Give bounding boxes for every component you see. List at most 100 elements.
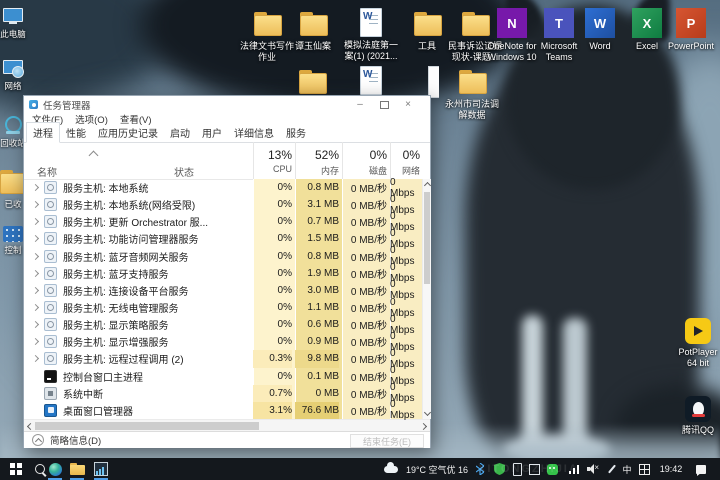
clock[interactable]: 19:42 <box>654 458 688 480</box>
cpu-value: 3.1% <box>253 402 292 419</box>
start-button[interactable] <box>4 458 28 480</box>
disk-value: 0 MB/秒 <box>342 316 387 333</box>
minimize-button[interactable]: – <box>348 96 372 113</box>
ime-mode-button[interactable]: 中 <box>620 458 634 480</box>
expand-chevron-icon[interactable] <box>32 355 39 362</box>
memory-value: 1.1 MB <box>295 299 339 316</box>
cpu-value: 0% <box>253 196 292 213</box>
process-row[interactable]: 服务主机: 蓝牙支持服务 0% 1.9 MB 0 MB/秒 0 Mbps <box>24 265 422 282</box>
vertical-scrollbar[interactable] <box>422 179 431 419</box>
column-header-disk[interactable]: 磁盘 <box>342 164 387 177</box>
scroll-down-icon[interactable] <box>424 409 431 416</box>
expand-chevron-icon[interactable] <box>32 338 39 345</box>
desktop-icon[interactable]: 腾讯QQ <box>672 396 720 436</box>
scroll-up-icon[interactable] <box>424 182 431 189</box>
expand-chevron-icon[interactable] <box>32 235 39 242</box>
taskbar: 19°C 空气优 16 × 中 19:42 <box>0 458 720 480</box>
weather-tray-icon[interactable] <box>382 458 400 480</box>
details-toggle-icon[interactable] <box>32 434 44 446</box>
taskbar-edge[interactable] <box>47 458 63 480</box>
window-title: 任务管理器 <box>43 98 91 112</box>
horizontal-scroll-thumb[interactable] <box>35 422 259 430</box>
process-row[interactable]: 服务主机: 蓝牙音频网关服务 0% 0.8 MB 0 MB/秒 0 Mbps <box>24 248 422 265</box>
tab-bar: 进程性能应用历史记录启动用户详细信息服务 <box>24 125 430 143</box>
tab[interactable]: 进程 <box>26 122 60 143</box>
expand-chevron-icon[interactable] <box>32 218 39 225</box>
memory-total-percent[interactable]: 52% <box>295 148 339 162</box>
desktop-icon[interactable]: PotPlayer 64 bit <box>672 318 720 369</box>
desktop-icon[interactable]: 谭玉仙案 <box>285 8 341 52</box>
disk-total-percent[interactable]: 0% <box>342 148 387 162</box>
taskbar-file-explorer[interactable] <box>69 458 85 480</box>
taskbar-task-manager[interactable] <box>93 458 109 480</box>
process-row[interactable]: 服务主机: 远程过程调用 (2) 0.3% 9.8 MB 0 MB/秒 0 Mb… <box>24 350 422 367</box>
tab[interactable]: 用户 <box>196 123 228 142</box>
keyboard-tray[interactable] <box>637 458 651 480</box>
close-button[interactable]: × <box>396 96 420 113</box>
network-total-percent[interactable]: 0% <box>384 148 420 162</box>
process-icon <box>44 250 57 263</box>
title-bar[interactable]: 任务管理器 – × <box>24 96 430 113</box>
expand-chevron-icon[interactable] <box>32 184 39 191</box>
process-row[interactable]: 服务主机: 连接设备平台服务 0% 3.0 MB 0 MB/秒 0 Mbps <box>24 282 422 299</box>
desktop-icon[interactable]: P PowerPoint <box>663 8 719 52</box>
process-row[interactable]: 服务主机: 功能访问管理器服务 0% 1.5 MB 0 MB/秒 0 Mbps <box>24 230 422 247</box>
app-letter: T <box>555 16 563 31</box>
app-letter: W <box>594 16 606 31</box>
column-header-memory[interactable]: 内存 <box>295 164 339 177</box>
desktop-icon[interactable]: W <box>343 66 399 98</box>
process-row[interactable]: 控制台窗口主进程 0% 0.1 MB 0 MB/秒 0 Mbps <box>24 368 422 385</box>
notification-center-button[interactable] <box>691 458 711 480</box>
process-row[interactable]: 系统中断 0.7% 0 MB 0 MB/秒 0 Mbps <box>24 385 422 402</box>
process-row[interactable]: 服务主机: 无线电管理服务 0% 1.1 MB 0 MB/秒 0 Mbps <box>24 299 422 316</box>
process-row[interactable]: 服务主机: 更新 Orchestrator 服... 0% 0.7 MB 0 M… <box>24 213 422 230</box>
cpu-value: 0% <box>253 248 292 265</box>
tab[interactable]: 应用历史记录 <box>92 123 164 142</box>
desktop-icon[interactable]: 网络 <box>0 60 26 91</box>
desktop-icon-image: W <box>585 8 615 38</box>
expand-chevron-icon[interactable] <box>32 270 39 277</box>
desktop-icon-label: 谭玉仙案 <box>295 41 331 52</box>
expand-chevron-icon[interactable] <box>32 253 39 260</box>
desktop-icon-label: 已收 <box>4 199 21 209</box>
tab[interactable]: 详细信息 <box>228 123 280 142</box>
column-header-status[interactable]: 状态 <box>174 164 194 179</box>
tab[interactable]: 启动 <box>164 123 196 142</box>
volume-tray[interactable]: × <box>585 458 601 480</box>
expand-chevron-icon[interactable] <box>32 304 39 311</box>
details-toggle-label[interactable]: 简略信息(D) <box>50 433 101 447</box>
column-header-cpu[interactable]: CPU <box>253 164 292 174</box>
expand-chevron-icon[interactable] <box>32 321 39 328</box>
process-row[interactable]: 服务主机: 本地系统(网络受限) 0% 3.1 MB 0 MB/秒 0 Mbps <box>24 196 422 213</box>
desktop-icon-label: OneNote for Windows 10 <box>487 41 536 63</box>
pen-tray[interactable] <box>606 458 618 480</box>
cpu-total-percent[interactable]: 13% <box>253 148 292 162</box>
network-value: 0 Mbps <box>390 402 419 419</box>
process-row[interactable]: 服务主机: 本地系统 0% 0.8 MB 0 MB/秒 0 Mbps <box>24 179 422 196</box>
process-row[interactable]: 桌面窗口管理器 3.1% 76.6 MB 0 MB/秒 0 Mbps <box>24 402 422 419</box>
desktop-icon[interactable]: 此电脑 <box>0 8 26 39</box>
process-row[interactable]: 服务主机: 显示增强服务 0% 0.9 MB 0 MB/秒 0 Mbps <box>24 333 422 350</box>
maximize-button[interactable] <box>372 96 396 113</box>
scroll-left-icon[interactable] <box>27 423 34 430</box>
desktop-icon[interactable]: W 模拟法庭第一 案(1) (2021... <box>343 8 399 62</box>
column-header-network[interactable]: 网络 <box>384 164 420 177</box>
desktop-icon-label: 此电脑 <box>0 29 26 39</box>
desktop-icon-image: W <box>360 8 382 37</box>
expand-chevron-icon[interactable] <box>32 201 39 208</box>
vertical-scroll-thumb[interactable] <box>424 192 430 284</box>
weather-info[interactable]: 19°C 空气优 16 <box>401 458 473 480</box>
process-icon <box>44 387 57 400</box>
scroll-right-icon[interactable] <box>420 423 427 430</box>
cpu-value: 0% <box>253 299 292 316</box>
desktop-icon-image <box>252 8 282 38</box>
desktop-icon-label: 工具 <box>418 41 436 52</box>
tab[interactable]: 服务 <box>280 123 312 142</box>
process-row[interactable]: 服务主机: 显示策略服务 0% 0.6 MB 0 MB/秒 0 Mbps <box>24 316 422 333</box>
desktop-icon-image: P <box>676 8 706 38</box>
desktop-icon[interactable]: 永州市司法调 解数据 <box>444 66 500 121</box>
tab[interactable]: 性能 <box>60 123 92 142</box>
column-header-name[interactable]: 名称 <box>37 164 57 179</box>
end-task-button[interactable]: 结束任务(E) <box>350 434 424 448</box>
expand-chevron-icon[interactable] <box>32 287 39 294</box>
